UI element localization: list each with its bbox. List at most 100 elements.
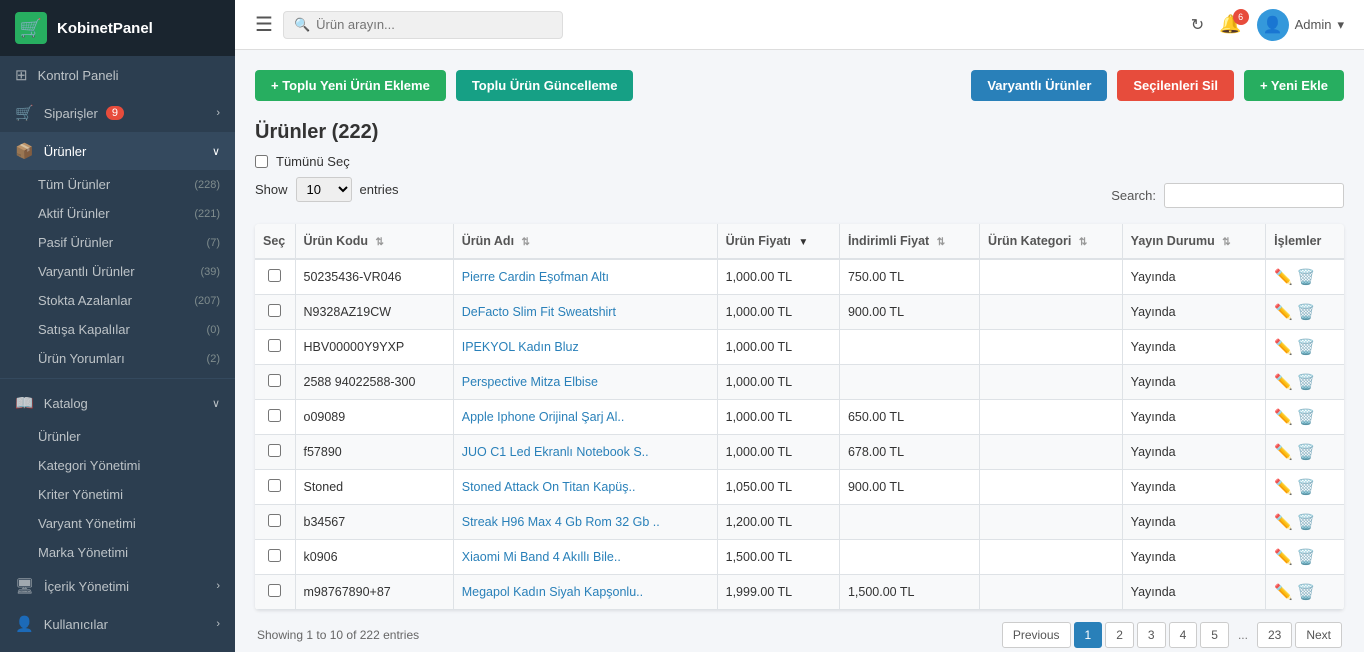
row-checkbox[interactable] (268, 304, 281, 317)
sidebar-item-marka-yonetimi[interactable]: Marka Yönetimi (0, 538, 235, 567)
row-checkbox[interactable] (268, 514, 281, 527)
page-btn-4[interactable]: 4 (1169, 622, 1198, 648)
sidebar-item-pasif-urunler[interactable]: Pasif Ürünler (7) (0, 228, 235, 257)
row-checkbox[interactable] (268, 479, 281, 492)
sidebar-item-varyant-yonetimi[interactable]: Varyant Yönetimi (0, 509, 235, 538)
edit-icon[interactable]: ✏️ (1274, 373, 1293, 391)
col-indirimli-fiyat[interactable]: İndirimli Fiyat (839, 224, 979, 259)
show-count-select[interactable]: 10 25 50 100 (296, 177, 352, 202)
delete-icon[interactable]: 🗑️ (1297, 513, 1316, 531)
page-btn-1[interactable]: 1 (1074, 622, 1103, 648)
sidebar-item-aktif-urunler[interactable]: Aktif Ürünler (221) (0, 199, 235, 228)
next-button[interactable]: Next (1295, 622, 1342, 648)
refresh-icon[interactable]: ↻ (1191, 15, 1204, 35)
col-yayin-durumu[interactable]: Yayın Durumu (1122, 224, 1266, 259)
row-actions: ✏️ 🗑️ (1266, 295, 1344, 330)
delete-icon[interactable]: 🗑️ (1297, 443, 1316, 461)
row-actions: ✏️ 🗑️ (1266, 575, 1344, 610)
sidebar-item-katalog-urunler[interactable]: Ürünler (0, 422, 235, 451)
row-adi-link[interactable]: Apple Iphone Orijinal Şarj Al.. (462, 410, 625, 424)
edit-icon[interactable]: ✏️ (1274, 583, 1293, 601)
table-row: k0906 Xiaomi Mi Band 4 Akıllı Bile.. 1,5… (255, 540, 1344, 575)
row-adi-link[interactable]: Perspective Mitza Elbise (462, 375, 598, 389)
delete-icon[interactable]: 🗑️ (1297, 373, 1316, 391)
select-all-checkbox[interactable] (255, 155, 268, 168)
katalog-label: Katalog (44, 396, 88, 411)
edit-icon[interactable]: ✏️ (1274, 268, 1293, 286)
action-bar: + Toplu Yeni Ürün Ekleme Toplu Ürün Günc… (255, 70, 1344, 101)
row-adi-link[interactable]: JUO C1 Led Ekranlı Notebook S.. (462, 445, 649, 459)
table-search-input[interactable] (1164, 183, 1344, 208)
variant-products-button[interactable]: Varyantlı Ürünler (971, 70, 1107, 101)
user-icon: 👤 (15, 615, 34, 633)
bulk-update-button[interactable]: Toplu Ürün Güncelleme (456, 70, 634, 101)
row-adi-link[interactable]: Stoned Attack On Titan Kapüş.. (462, 480, 636, 494)
row-actions: ✏️ 🗑️ (1266, 540, 1344, 575)
row-checkbox[interactable] (268, 549, 281, 562)
row-kod: 2588 94022588-300 (295, 365, 453, 400)
row-checkbox[interactable] (268, 409, 281, 422)
page-btn-2[interactable]: 2 (1105, 622, 1134, 648)
delete-icon[interactable]: 🗑️ (1297, 338, 1316, 356)
page-btn-23[interactable]: 23 (1257, 622, 1292, 648)
col-urun-kategori[interactable]: Ürün Kategori (980, 224, 1123, 259)
edit-icon[interactable]: ✏️ (1274, 408, 1293, 426)
sidebar-item-kriter-yonetimi[interactable]: Kriter Yönetimi (0, 480, 235, 509)
delete-icon[interactable]: 🗑️ (1297, 548, 1316, 566)
sidebar-item-varyantli-urunler[interactable]: Varyantlı Ürünler (39) (0, 257, 235, 286)
col-urun-fiyati[interactable]: Ürün Fiyatı (717, 224, 839, 259)
notifications-button[interactable]: 🔔 6 (1219, 14, 1241, 35)
page-btn-3[interactable]: 3 (1137, 622, 1166, 648)
col-urun-adi[interactable]: Ürün Adı (453, 224, 717, 259)
sidebar-item-urun-yorumlari[interactable]: Ürün Yorumları (2) (0, 344, 235, 373)
delete-icon[interactable]: 🗑️ (1297, 408, 1316, 426)
hamburger-menu-button[interactable]: ☰ (255, 12, 273, 37)
row-adi-link[interactable]: Streak H96 Max 4 Gb Rom 32 Gb .. (462, 515, 660, 529)
row-checkbox[interactable] (268, 374, 281, 387)
edit-icon[interactable]: ✏️ (1274, 443, 1293, 461)
sort-urun-kodu (376, 237, 384, 248)
edit-icon[interactable]: ✏️ (1274, 478, 1293, 496)
sidebar-item-kullanicilar[interactable]: 👤 Kullanıcılar › (0, 605, 235, 643)
delete-icon[interactable]: 🗑️ (1297, 583, 1316, 601)
row-adi-link[interactable]: DeFacto Slim Fit Sweatshirt (462, 305, 616, 319)
sidebar-item-icerik-yonetimi[interactable]: 🖥 İçerik Yönetimi › (0, 567, 235, 605)
user-menu-button[interactable]: 👤 Admin ▾ (1257, 9, 1344, 41)
delete-icon[interactable]: 🗑️ (1297, 303, 1316, 321)
page-btn-5[interactable]: 5 (1200, 622, 1229, 648)
row-adi: IPEKYOL Kadın Bluz (453, 330, 717, 365)
bulk-add-button[interactable]: + Toplu Yeni Ürün Ekleme (255, 70, 446, 101)
sidebar-item-satisa-kapalanlar[interactable]: Satışa Kapalılar (0) (0, 315, 235, 344)
sort-urun-fiyati (798, 237, 808, 248)
row-checkbox[interactable] (268, 584, 281, 597)
row-kod: m98767890+87 (295, 575, 453, 610)
row-checkbox[interactable] (268, 339, 281, 352)
sidebar-item-kontrol-paneli[interactable]: ⊞ Kontrol Paneli (0, 56, 235, 94)
delete-icon[interactable]: 🗑️ (1297, 478, 1316, 496)
row-checkbox[interactable] (268, 444, 281, 457)
row-adi-link[interactable]: Xiaomi Mi Band 4 Akıllı Bile.. (462, 550, 621, 564)
sidebar-item-stokta-azalanlar[interactable]: Stokta Azalanlar (207) (0, 286, 235, 315)
sidebar-item-kategori-yonetimi[interactable]: Kategori Yönetimi (0, 451, 235, 480)
edit-icon[interactable]: ✏️ (1274, 548, 1293, 566)
sidebar-item-urunler[interactable]: 📦 Ürünler ∨ (0, 132, 235, 170)
new-add-button[interactable]: + Yeni Ekle (1244, 70, 1344, 101)
sidebar-item-siparisler[interactable]: 🛒 Siparişler 9 › (0, 94, 235, 132)
row-adi-link[interactable]: Megapol Kadın Siyah Kapşonlu.. (462, 585, 643, 599)
sidebar-item-katalog[interactable]: 📖 Katalog ∨ (0, 384, 235, 422)
sort-urun-adi (522, 237, 530, 248)
delete-selected-button[interactable]: Seçilenleri Sil (1117, 70, 1234, 101)
edit-icon[interactable]: ✏️ (1274, 303, 1293, 321)
row-adi-link[interactable]: IPEKYOL Kadın Bluz (462, 340, 579, 354)
search-input[interactable] (316, 17, 552, 32)
prev-button[interactable]: Previous (1002, 622, 1071, 648)
row-adi-link[interactable]: Pierre Cardin Eşofman Altı (462, 270, 609, 284)
edit-icon[interactable]: ✏️ (1274, 513, 1293, 531)
row-checkbox[interactable] (268, 269, 281, 282)
sidebar-item-tum-urunler[interactable]: Tüm Ürünler (228) (0, 170, 235, 199)
edit-icon[interactable]: ✏️ (1274, 338, 1293, 356)
row-kod: HBV00000Y9YXP (295, 330, 453, 365)
row-durum: Yayında (1122, 435, 1266, 470)
delete-icon[interactable]: 🗑️ (1297, 268, 1316, 286)
col-urun-kodu[interactable]: Ürün Kodu (295, 224, 453, 259)
